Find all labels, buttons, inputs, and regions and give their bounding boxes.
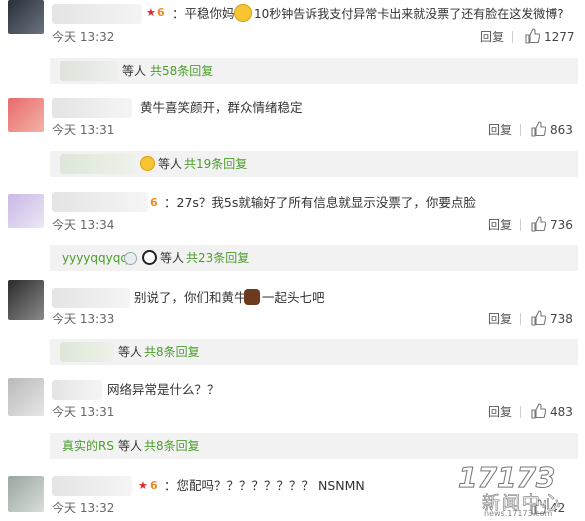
- sub-replies-box[interactable]: 真实的RS 等人 共8条回复: [50, 433, 578, 459]
- sub-replies-count-link[interactable]: 共23条回复: [186, 245, 249, 271]
- avatar[interactable]: [8, 280, 44, 320]
- like-count: 736: [550, 218, 573, 232]
- comment-time: 今天 13:32: [52, 501, 115, 515]
- comment-text: ：您配吗？？？？？？？？ NSNMN: [164, 478, 365, 493]
- username-blurred[interactable]: [52, 288, 130, 308]
- vip-badge-icon: ★: [138, 479, 148, 492]
- reply-button[interactable]: 回复: [488, 122, 512, 138]
- username-blurred[interactable]: [52, 192, 148, 212]
- comment-time: 今天 13:31: [52, 405, 115, 419]
- sub-replies-others: 等人: [160, 251, 185, 265]
- divider: [520, 406, 521, 418]
- comment-text: ：27s？我5s就输好了所有信息就显示没票了，你要点脸: [164, 195, 476, 210]
- sub-replies-count-link[interactable]: 共19条回复: [184, 151, 247, 177]
- sub-username-blurred[interactable]: [60, 61, 118, 81]
- thumbs-up-icon[interactable]: [530, 216, 546, 232]
- thumbs-up-icon[interactable]: [530, 403, 546, 419]
- vip-badge-icon: ★: [146, 6, 156, 19]
- comment-text-continued: 一起头七吧: [262, 290, 325, 305]
- sub-replies-box[interactable]: yyyyqqyqq 等人 共23条回复: [50, 245, 578, 271]
- sub-replies-count-link[interactable]: 共8条回复: [144, 433, 200, 459]
- comment-time: 今天 13:33: [52, 312, 115, 326]
- sub-replies-box[interactable]: 等人 共58条回复: [50, 58, 578, 84]
- divider: [512, 31, 513, 43]
- comment-5: 网络异常是什么？？ 今天 13:31 回复 483 真实的RS 等人 共8条回复: [0, 372, 585, 464]
- comment-2: 黄牛喜笑颜开，群众情绪稳定 今天 13:31 回复 863 等人 共19条回复: [0, 92, 585, 180]
- panda-icon: [142, 250, 157, 265]
- sub-replies-box[interactable]: 等人 共8条回复: [50, 339, 578, 365]
- like-count: 483: [550, 405, 573, 419]
- comment-text: 黄牛喜笑颜开，群众情绪稳定: [140, 100, 303, 115]
- comment-text: 网络异常是什么？？: [107, 382, 220, 397]
- comment-time: 今天 13:34: [52, 218, 115, 232]
- username-blurred[interactable]: [52, 98, 132, 118]
- reply-button[interactable]: 回复: [480, 29, 504, 45]
- comment-text: 别说了，你们和黄牛: [134, 290, 247, 305]
- level-badge-icon: 6: [150, 196, 158, 209]
- watermark-logo: 17173 新闻中心 news.17173.com: [454, 459, 579, 519]
- sub-username-blurred[interactable]: [60, 154, 136, 174]
- sub-reply-username[interactable]: 真实的RS: [62, 433, 114, 459]
- sub-reply-username[interactable]: yyyyqqyqq: [62, 245, 128, 271]
- username-blurred[interactable]: [52, 380, 102, 400]
- divider: [520, 124, 521, 136]
- like-count: 738: [550, 312, 573, 326]
- thumbs-up-icon[interactable]: [524, 28, 540, 44]
- sub-username-blurred[interactable]: [60, 342, 114, 362]
- comment-4: 别说了，你们和黄牛 一起头七吧 今天 13:33 回复 738 等人 共8条回复: [0, 280, 585, 370]
- username-blurred[interactable]: [52, 4, 142, 24]
- sub-replies-box[interactable]: 等人 共19条回复: [50, 151, 578, 177]
- sub-replies-others: 等人: [118, 439, 143, 453]
- smile-emoji-icon: [234, 4, 252, 22]
- divider: [520, 313, 521, 325]
- comment-1: ★ 6 ：平稳你妈 10秒钟告诉我支付异常卡出来就没票了还有脸在这发微博? 今天…: [0, 0, 585, 90]
- avatar[interactable]: [8, 0, 44, 34]
- avatar[interactable]: [8, 476, 44, 512]
- sub-replies-count-link[interactable]: 共58条回复: [150, 58, 213, 84]
- sub-replies-others: 等人: [122, 64, 147, 78]
- avatar[interactable]: [8, 98, 44, 132]
- sub-replies-others: 等人: [158, 157, 183, 171]
- level-badge-icon: 6: [150, 479, 158, 492]
- comment-time: 今天 13:31: [52, 123, 115, 137]
- sub-replies-count-link[interactable]: 共8条回复: [144, 339, 200, 365]
- cow-emoji-icon: [244, 289, 260, 305]
- medal-icon: [124, 252, 137, 265]
- reply-button[interactable]: 回复: [488, 404, 512, 420]
- comment-text-continued: 10秒钟告诉我支付异常卡出来就没票了还有脸在这发微博?: [254, 7, 564, 21]
- like-count: 863: [550, 123, 573, 137]
- thumbs-up-icon[interactable]: [530, 310, 546, 326]
- comment-3: 6 ：27s？我5s就输好了所有信息就显示没票了，你要点脸 今天 13:34 回…: [0, 186, 585, 274]
- sub-replies-others: 等人: [118, 345, 143, 359]
- divider: [520, 219, 521, 231]
- username-blurred[interactable]: [52, 476, 132, 496]
- reply-button[interactable]: 回复: [488, 217, 512, 233]
- avatar[interactable]: [8, 378, 44, 416]
- comment-time: 今天 13:32: [52, 30, 115, 44]
- laughing-emoji-icon: [140, 156, 155, 171]
- like-count: 1277: [544, 30, 575, 44]
- thumbs-up-icon[interactable]: [530, 121, 546, 137]
- watermark-url: news.17173.com: [484, 509, 553, 518]
- level-badge-icon: 6: [157, 6, 165, 19]
- avatar[interactable]: [8, 194, 44, 228]
- comment-text: ：平稳你妈: [172, 6, 235, 21]
- reply-button[interactable]: 回复: [488, 311, 512, 327]
